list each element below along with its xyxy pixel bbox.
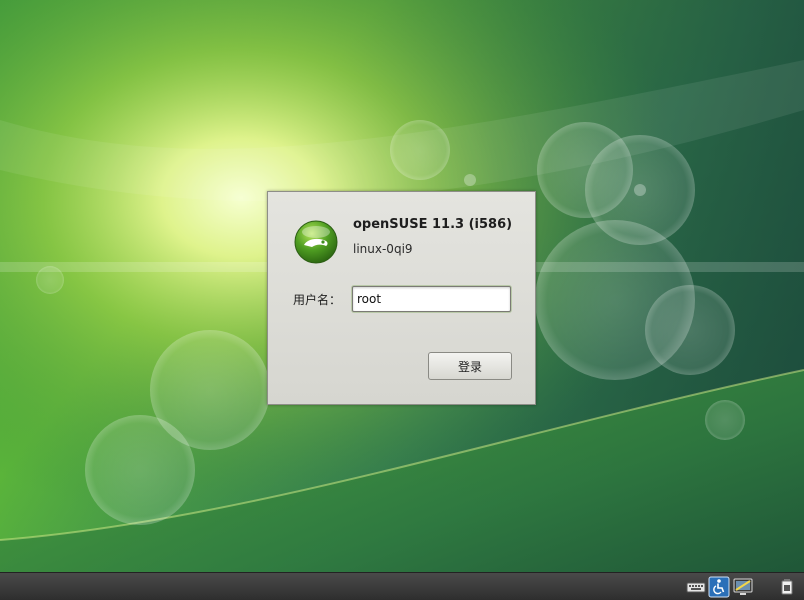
login-dialog: openSUSE 11.3 (i586) linux-0qi9 用户名： 登录 xyxy=(267,191,536,405)
accessibility-icon[interactable] xyxy=(708,576,730,598)
opensuse-logo-icon xyxy=(294,220,338,264)
username-label: 用户名： xyxy=(293,293,342,307)
login-screen: openSUSE 11.3 (i586) linux-0qi9 用户名： 登录 xyxy=(0,0,804,600)
keyboard-icon[interactable] xyxy=(685,576,707,598)
power-icon[interactable] xyxy=(776,576,798,598)
dialog-title: openSUSE 11.3 (i586) xyxy=(353,217,513,232)
login-button[interactable]: 登录 xyxy=(428,352,512,380)
username-input[interactable] xyxy=(352,286,511,312)
bottom-panel xyxy=(0,572,804,600)
hostname-label: linux-0qi9 xyxy=(353,242,413,256)
display-icon[interactable] xyxy=(732,576,754,598)
